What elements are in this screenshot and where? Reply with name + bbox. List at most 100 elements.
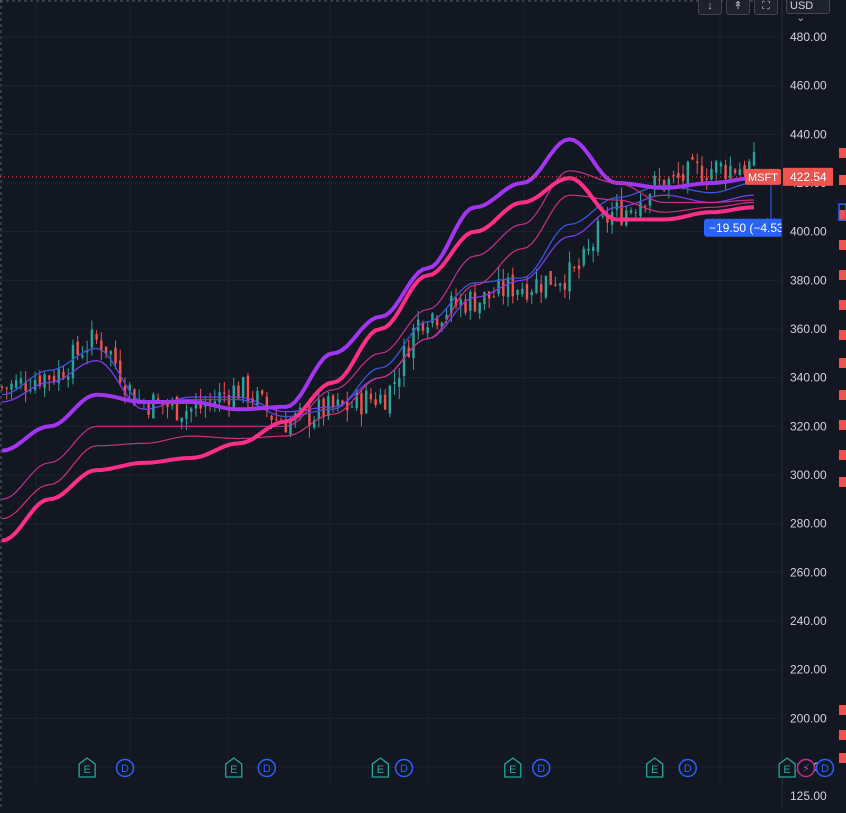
candle-body [549,270,552,285]
candle-body [591,247,595,251]
candle-body [71,344,75,379]
candle-body [48,375,51,380]
candle-body [521,288,524,295]
candle-body [109,351,112,355]
candle-body [194,404,198,409]
earnings-label: E [83,764,90,776]
candle-body [327,396,330,416]
candle-body [658,179,661,181]
fullscreen-icon[interactable]: ⛶ [754,0,778,15]
price-tick-label: 460.00 [790,79,827,93]
currency-selector[interactable]: USD ⌄ [786,0,830,24]
candle-body [577,265,581,270]
alert-marker[interactable] [839,270,846,280]
alert-marker[interactable] [839,300,846,310]
candle-body [331,395,335,408]
candle-body [10,383,13,390]
candle-body [497,278,500,294]
candle-body [185,410,188,419]
candle-body [544,275,548,298]
price-axis[interactable] [782,0,846,808]
alert-marker[interactable] [839,240,846,250]
candle-body [700,165,704,182]
alert-marker[interactable] [839,175,846,185]
scroll-down-icon[interactable]: ↓ [698,0,722,15]
alert-marker[interactable] [839,705,846,715]
candle-body [119,360,122,383]
candle-body [705,178,708,180]
alert-marker[interactable] [839,753,846,763]
price-tick-label: 340.00 [790,371,827,385]
candle-body [530,291,533,296]
candle-body [95,334,98,340]
last-price-label: 422.54 [790,170,827,184]
candle-body [189,408,193,412]
alert-marker[interactable] [839,730,846,740]
candle-body [260,390,264,395]
candle-body [270,415,273,420]
candle-body [317,399,321,419]
price-tick-label: 320.00 [790,419,827,433]
dividend-label: D [263,763,271,775]
price-tick-label: 200.00 [790,711,827,725]
candle-body [487,291,491,299]
scroll-up-icon[interactable]: ↟ [726,0,750,15]
candle-body [691,157,694,160]
candle-body [535,279,538,293]
dividend-label: D [684,763,692,775]
candle-body [431,313,434,324]
price-tick-label: 360.00 [790,322,827,336]
candle-body [492,296,496,298]
candle-body [14,380,18,388]
price-tick-label: 260.00 [790,565,827,579]
earnings-label: E [377,764,384,776]
earnings-label: E [783,764,790,776]
candle-body [558,283,562,286]
price-tick-label: 280.00 [790,517,827,531]
alert-marker[interactable] [839,358,846,368]
candle-body [648,194,652,206]
split-event-label: ⚡ [802,763,810,775]
candle-body [568,262,571,292]
candle-body [615,202,619,210]
candle-body [426,327,429,333]
candle-body [398,378,401,387]
price-tick-label: 380.00 [790,273,827,287]
candle-body [379,394,382,404]
earnings-label: E [651,764,658,776]
currency-label: USD [790,0,814,12]
price-tick-label: 240.00 [790,614,827,628]
candle-body [393,382,396,385]
alert-marker[interactable] [839,477,846,487]
earnings-label: E [230,764,237,776]
candle-body [369,393,373,400]
candle-body [483,291,486,305]
price-chart[interactable]: MSFT−19.50 (−4.53480.00460.00440.00420.0… [0,0,846,808]
candle-body [563,282,567,290]
alert-marker[interactable] [839,390,846,400]
alert-marker[interactable] [839,450,846,460]
alert-marker[interactable] [839,420,846,430]
candle-body [714,161,718,173]
alert-marker[interactable] [839,210,846,220]
candle-body [383,394,387,410]
candle-body [350,406,354,408]
candle-body [596,220,600,252]
candle-body [90,329,94,348]
alert-marker[interactable] [839,148,846,158]
candle-body [152,394,155,419]
candle-body [0,386,4,388]
candle-body [752,152,756,166]
candle-body [33,380,37,391]
chart-area[interactable]: MSFT−19.50 (−4.53480.00460.00440.00420.0… [0,0,846,808]
candle-body [473,292,477,312]
candle-body [639,202,642,217]
candle-body [672,175,675,177]
candle-body [506,277,510,297]
candle-body [67,376,70,380]
alert-marker[interactable] [839,330,846,340]
candle-body [629,210,633,213]
candle-body [275,419,278,421]
candle-body [729,165,732,179]
candle-body [696,161,699,164]
